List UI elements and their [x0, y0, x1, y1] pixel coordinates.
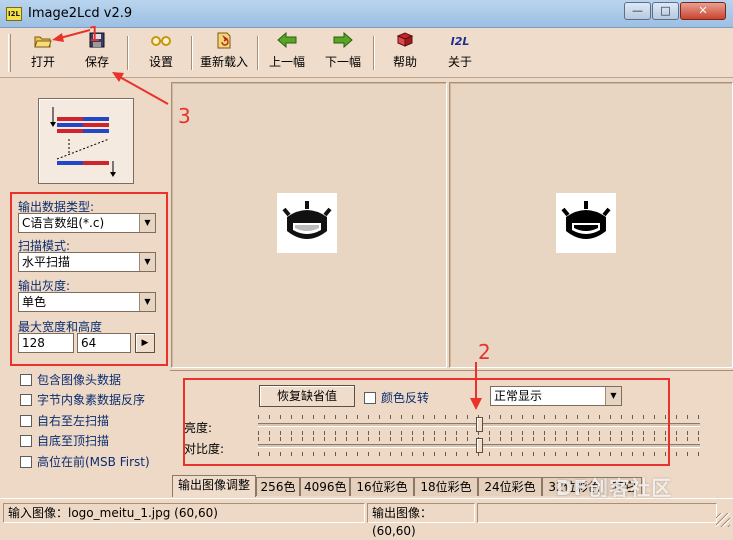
- annotation-arrows: [52, 29, 482, 410]
- annotation-number-1: 1: [88, 22, 101, 46]
- annotation-number-3: 3: [178, 104, 191, 128]
- tab-output-adjust[interactable]: 输出图像调整: [172, 475, 256, 497]
- annotation-number-2: 2: [478, 340, 491, 364]
